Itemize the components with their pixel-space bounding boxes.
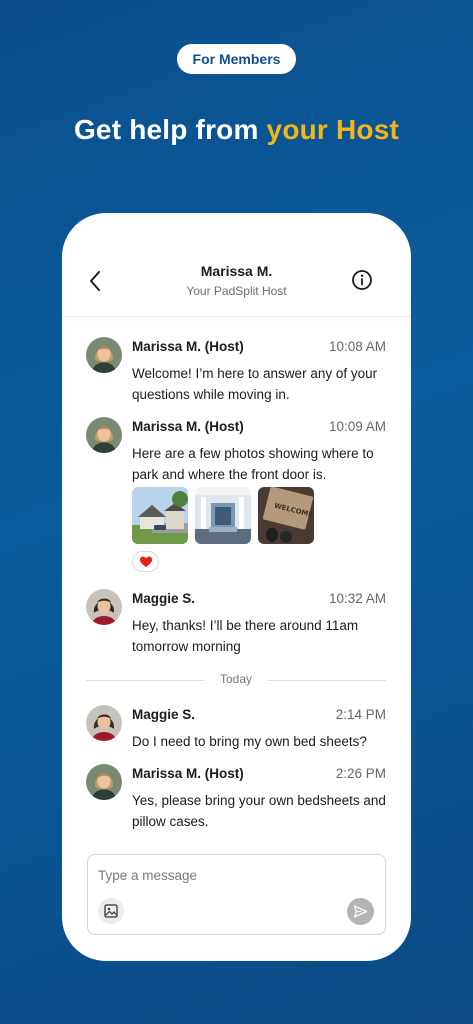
photo-attachments: WELCOME [132, 487, 314, 544]
message-time: 2:26 PM [335, 766, 386, 781]
message-item: Maggie S. 10:32 AM Hey, thanks! I’ll be … [86, 589, 386, 659]
heart-icon [139, 556, 152, 567]
members-badge: For Members [177, 44, 296, 74]
avatar[interactable] [86, 417, 122, 453]
send-icon [353, 905, 368, 918]
message-time: 2:14 PM [335, 707, 386, 722]
attach-image-button[interactable] [98, 898, 124, 924]
welcome-doormat-photo[interactable]: WELCOME [258, 487, 314, 544]
sender-name: Marissa M. (Host) [132, 419, 244, 434]
date-divider-label: Today [219, 672, 253, 686]
message-text: Hey, thanks! I’ll be there around 11am t… [132, 618, 359, 654]
message-composer[interactable]: Type a message [87, 854, 386, 935]
message-item: Maggie S. 2:14 PM Do I need to bring my … [86, 705, 386, 755]
sender-name: Maggie S. [132, 707, 196, 722]
sender-name: Marissa M. (Host) [132, 339, 244, 354]
info-circle-icon[interactable] [351, 269, 373, 291]
message-text: Yes, please bring your own bedsheets and… [132, 793, 386, 829]
image-icon [104, 904, 118, 918]
headline-accent: your Host [266, 114, 400, 145]
avatar[interactable] [86, 764, 122, 800]
message-text: Here are a few photos showing where to p… [132, 446, 374, 482]
avatar[interactable] [86, 337, 122, 373]
house-exterior-photo[interactable] [132, 487, 188, 544]
headline-start: Get help from [73, 114, 267, 145]
message-item: Marissa M. (Host) 10:09 AM Here are a fe… [86, 417, 386, 577]
chat-header: Marissa M. Your PadSplit Host [62, 213, 411, 317]
date-divider: Today [86, 672, 386, 688]
phone-screen: Marissa M. Your PadSplit Host Marissa M.… [62, 213, 411, 961]
message-text: Welcome! I’m here to answer any of your … [132, 366, 378, 402]
sender-name: Maggie S. [132, 591, 196, 606]
sender-name: Marissa M. (Host) [132, 766, 244, 781]
divider-line [268, 680, 386, 681]
heart-reaction[interactable] [132, 551, 159, 572]
avatar[interactable] [86, 705, 122, 741]
message-input[interactable]: Type a message [98, 868, 197, 883]
promo-headline: Get help from your Host [0, 114, 473, 146]
message-item: Marissa M. (Host) 2:26 PM Yes, please br… [86, 764, 386, 834]
avatar[interactable] [86, 589, 122, 625]
message-time: 10:32 AM [328, 591, 386, 606]
send-button[interactable] [347, 898, 374, 925]
message-text: Do I need to bring my own bed sheets? [132, 734, 367, 749]
message-time: 10:08 AM [328, 339, 386, 354]
front-porch-photo[interactable] [195, 487, 251, 544]
message-item: Marissa M. (Host) 10:08 AM Welcome! I’m … [86, 337, 386, 407]
message-time: 10:09 AM [328, 419, 386, 434]
